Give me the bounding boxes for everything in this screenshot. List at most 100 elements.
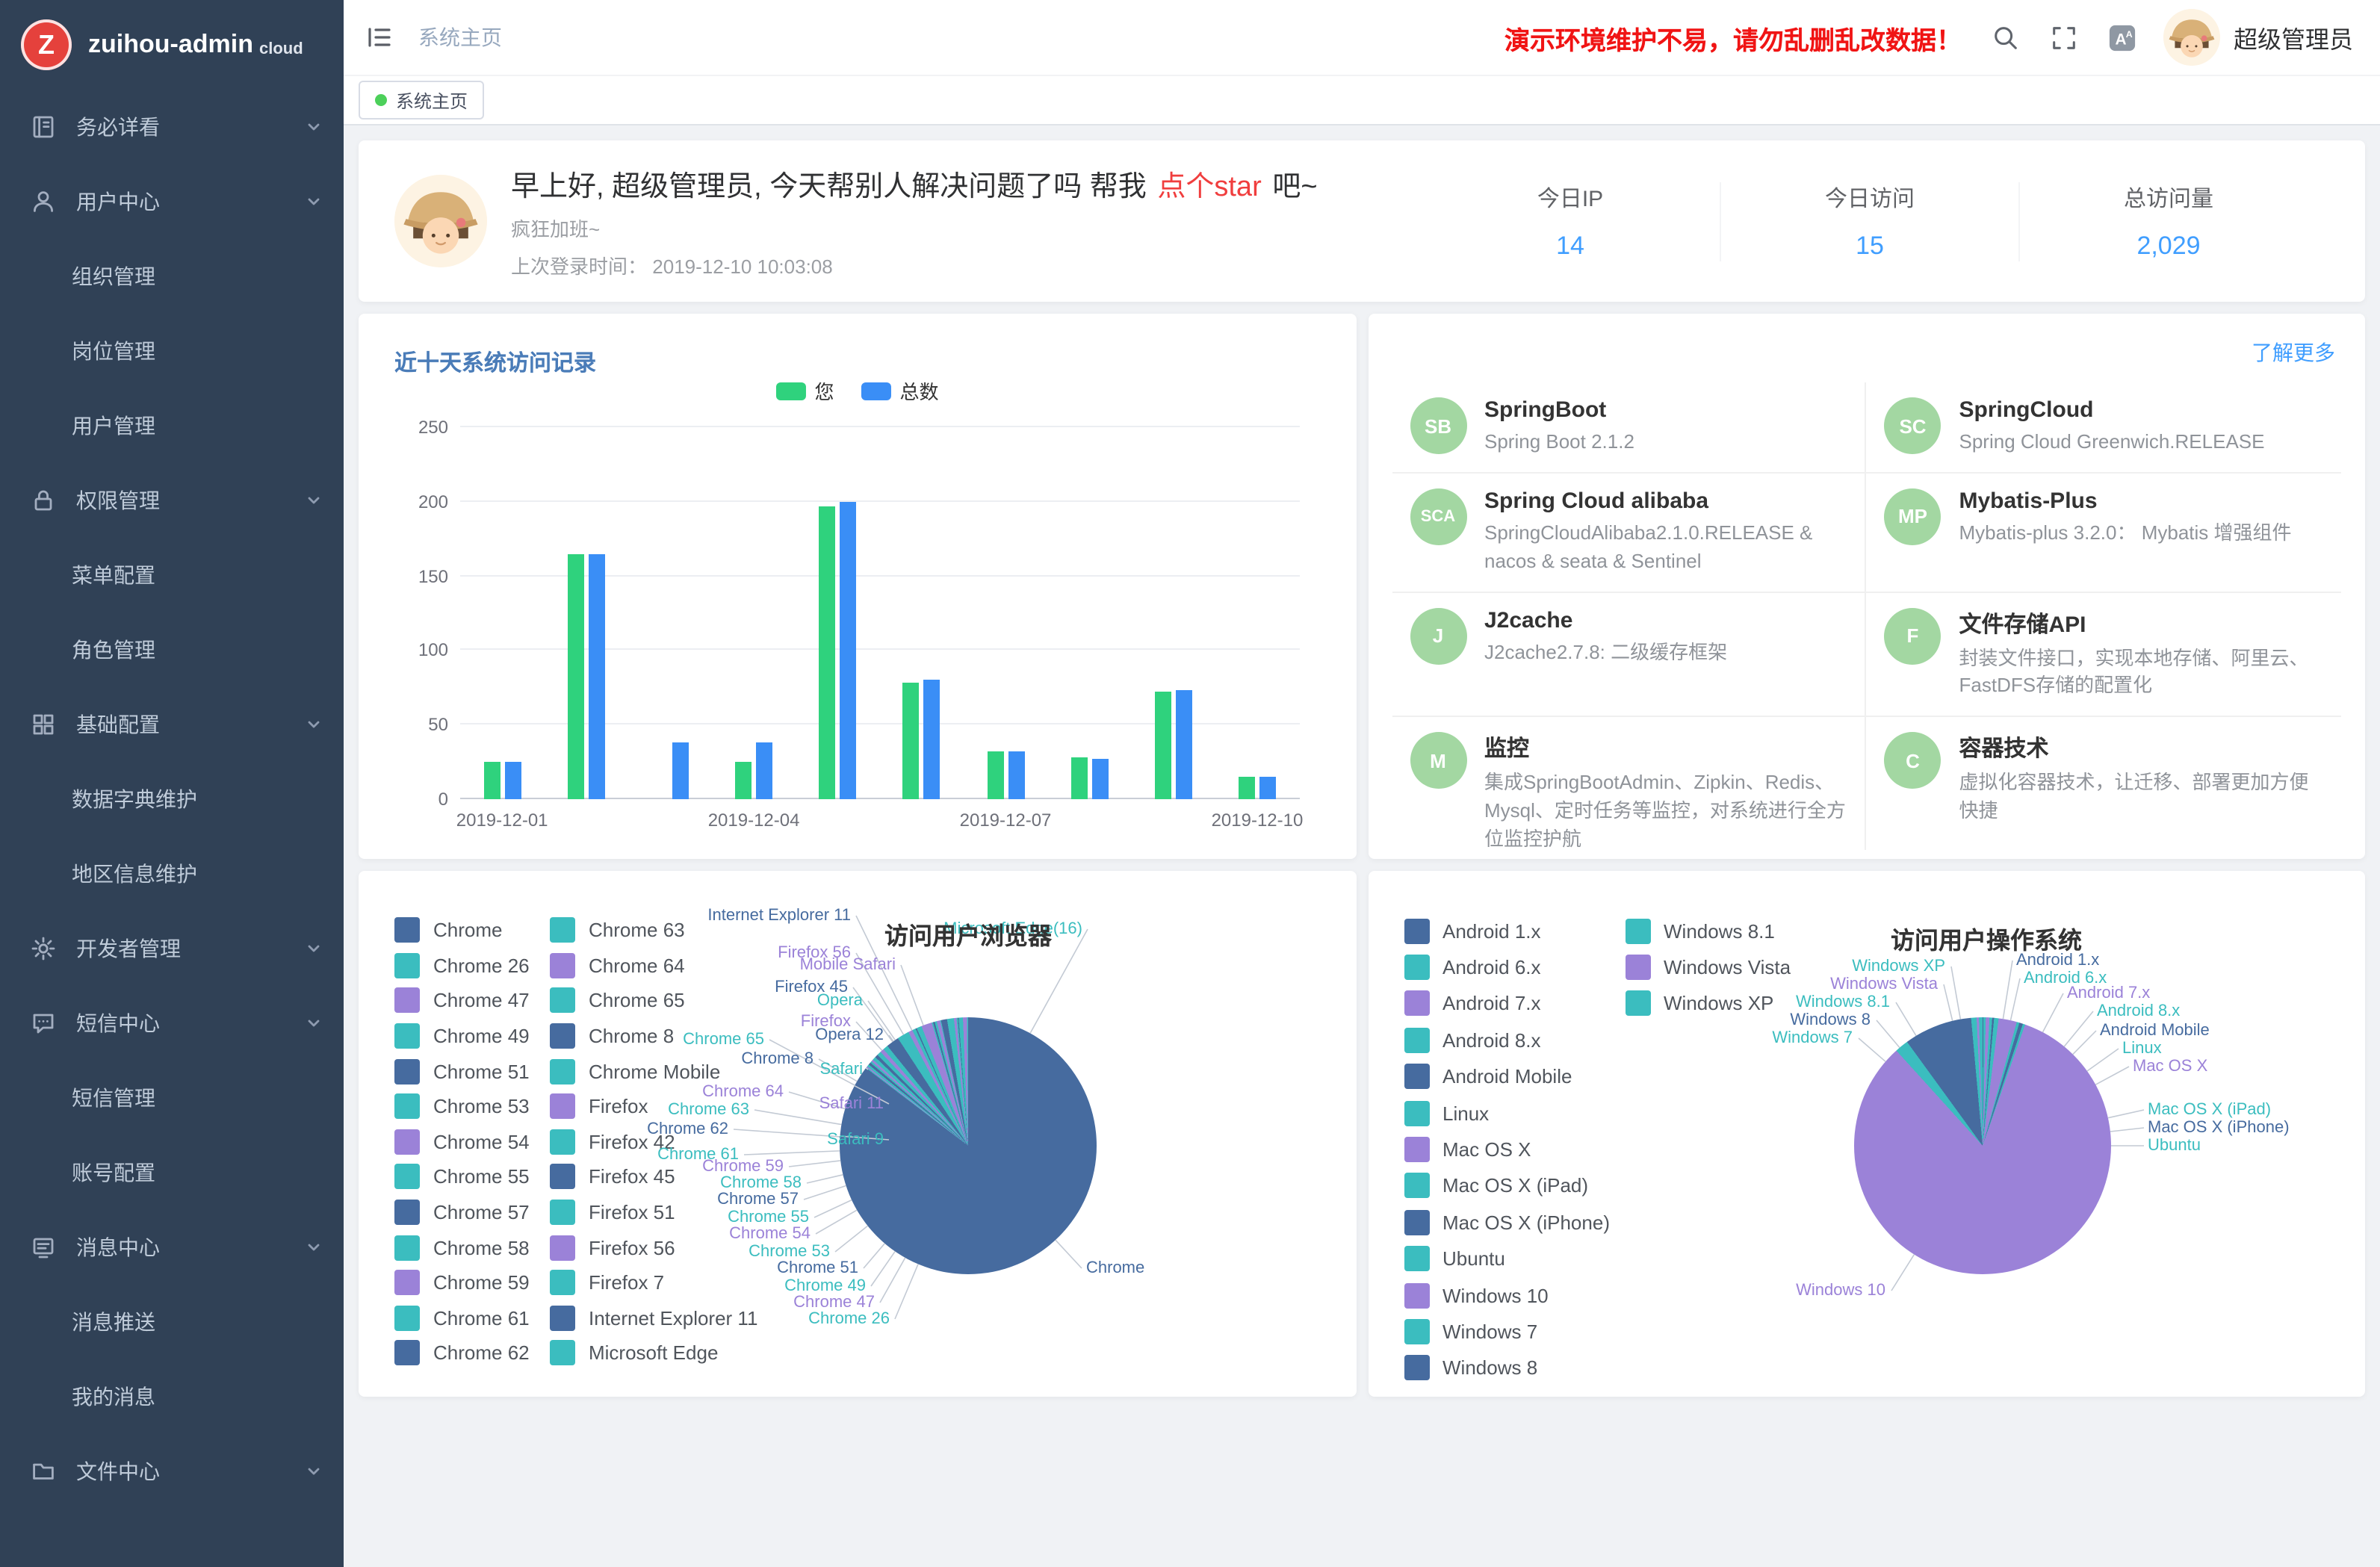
user-avatar-small[interactable] <box>2163 9 2220 66</box>
legend-item[interactable]: Android 6.x <box>1404 949 1625 986</box>
sidebar-subitem[interactable]: 账号配置 <box>0 1135 344 1210</box>
legend-item[interactable]: Linux <box>1404 1095 1625 1132</box>
pie-chart-title: 访问用户操作系统 <box>1891 920 2082 956</box>
sidebar-item-1[interactable]: 务必详看 <box>0 90 344 164</box>
grid-icon <box>30 711 57 738</box>
legend-item[interactable]: Chrome 65 <box>550 983 705 1018</box>
legend-item[interactable]: Android 8.x <box>1404 1022 1625 1058</box>
bar-chart[interactable]: 0501001502002502019-12-012019-12-042019-… <box>394 421 1320 835</box>
sidebar-subitem[interactable]: 我的消息 <box>0 1359 344 1434</box>
legend-item[interactable]: Firefox 56 <box>550 1230 705 1265</box>
legend-item[interactable]: Chrome 55 <box>394 1159 550 1194</box>
legend-item[interactable]: Chrome 58 <box>394 1230 550 1265</box>
app-logo[interactable]: Z zuihou-admin cloud <box>0 0 344 90</box>
legend-item[interactable]: Firefox 45 <box>550 1159 705 1194</box>
feature-item: M监控集成SpringBootAdmin、Zipkin、Redis、Mysql、… <box>1392 717 1867 850</box>
legend-label: Chrome <box>433 919 503 942</box>
legend-item[interactable]: Windows 8.1 <box>1625 913 1846 949</box>
legend-item[interactable]: Windows 10 <box>1404 1277 1625 1314</box>
legend-swatch <box>550 988 575 1014</box>
sidebar-subitem[interactable]: 菜单配置 <box>0 538 344 612</box>
sidebar-subitem[interactable]: 短信管理 <box>0 1061 344 1135</box>
legend-item[interactable]: Chrome 51 <box>394 1054 550 1089</box>
sidebar-subitem[interactable]: 用户管理 <box>0 388 344 463</box>
legend-item[interactable]: Internet Explorer 11 <box>550 1300 705 1335</box>
feature-desc: Mybatis-plus 3.2.0： Mybatis 增强组件 <box>1959 520 2292 548</box>
legend-item[interactable]: Chrome 49 <box>394 1019 550 1054</box>
fullscreen-icon[interactable] <box>2050 23 2078 52</box>
legend-item[interactable]: Microsoft Edge <box>550 1335 705 1371</box>
legend-label: Chrome 62 <box>433 1342 530 1365</box>
sidebar-item-7[interactable]: 消息中心 <box>0 1210 344 1285</box>
bar-group <box>544 427 627 799</box>
legend-item[interactable]: Mac OS X <box>1404 1132 1625 1168</box>
sidebar-subitem[interactable]: 角色管理 <box>0 612 344 687</box>
sidebar-item-3[interactable]: 权限管理 <box>0 463 344 538</box>
feature-title: 文件存储API <box>1959 607 2324 639</box>
legend-item[interactable]: Chrome 53 <box>394 1089 550 1124</box>
legend-item-total[interactable]: 总数 <box>861 376 939 405</box>
sidebar-subitem[interactable]: 岗位管理 <box>0 314 344 388</box>
chevron-down-icon <box>305 1014 323 1032</box>
legend-item[interactable]: Windows Vista <box>1625 949 1846 986</box>
sidebar-item-5[interactable]: 开发者管理 <box>0 911 344 986</box>
legend-item[interactable]: Chrome 61 <box>394 1300 550 1335</box>
legend-item[interactable]: Chrome <box>394 913 550 948</box>
sidebar-item-6[interactable]: 短信中心 <box>0 986 344 1061</box>
pie-callout-label: Mac OS X (iPhone) <box>2148 1119 2290 1137</box>
x-axis-label: 2019-12-07 <box>960 810 1052 831</box>
legend-item[interactable]: Chrome 62 <box>394 1335 550 1371</box>
legend-item[interactable]: Chrome 54 <box>394 1124 550 1159</box>
legend-item[interactable]: Windows 7 <box>1404 1314 1625 1350</box>
pie-callout-label: Chrome 51 <box>777 1259 858 1277</box>
search-icon[interactable] <box>1992 23 2020 52</box>
sidebar-item-4[interactable]: 基础配置 <box>0 687 344 762</box>
learn-more-link[interactable]: 了解更多 <box>2252 338 2335 367</box>
feature-desc: Spring Cloud Greenwich.RELEASE <box>1959 429 2265 457</box>
current-user-name[interactable]: 超级管理员 <box>2234 19 2353 55</box>
legend-item[interactable]: Mac OS X (iPad) <box>1404 1167 1625 1204</box>
bar-plot[interactable]: 2019-12-012019-12-042019-12-072019-12-10 <box>460 427 1299 799</box>
font-size-icon[interactable]: A A <box>2108 23 2136 52</box>
last-login: 上次登录时间： 2019-12-10 10:03:08 <box>511 250 1421 279</box>
legend-item[interactable]: Chrome Mobile <box>550 1054 705 1089</box>
legend-item[interactable]: Chrome 63 <box>550 913 705 948</box>
legend-item[interactable]: Chrome 8 <box>550 1019 705 1054</box>
star-link[interactable]: 点个star <box>1157 171 1261 202</box>
legend-item[interactable]: Ubuntu <box>1404 1241 1625 1277</box>
sidebar-item-2[interactable]: 用户中心 <box>0 164 344 239</box>
pie-callout-label: Chrome 62 <box>647 1120 728 1138</box>
sidebar-item-label: 文件中心 <box>76 1456 305 1486</box>
legend-item[interactable]: Firefox 51 <box>550 1195 705 1230</box>
sidebar-subitem[interactable]: 组织管理 <box>0 239 344 314</box>
sidebar-item-8[interactable]: 文件中心 <box>0 1434 344 1509</box>
bar-总数 <box>756 742 772 799</box>
legend-item[interactable]: Android 7.x <box>1404 986 1625 1023</box>
legend-item[interactable]: Windows 8 <box>1404 1350 1625 1386</box>
sidebar-subitem[interactable]: 地区信息维护 <box>0 837 344 911</box>
legend-item[interactable]: Chrome 57 <box>394 1195 550 1230</box>
legend-label: 您 <box>814 376 834 405</box>
legend-item[interactable]: Firefox 7 <box>550 1265 705 1300</box>
pie-callout-label: Android 7.x <box>2067 984 2150 1002</box>
tab-home[interactable]: 系统主页 <box>359 81 484 120</box>
legend-item[interactable]: Android 1.x <box>1404 913 1625 949</box>
legend-label: Chrome 64 <box>589 955 685 977</box>
pie-chart[interactable] <box>1853 1017 2110 1274</box>
sidebar-toggle-icon[interactable] <box>365 22 394 52</box>
legend-item[interactable]: Chrome 64 <box>550 948 705 983</box>
sidebar-subitem[interactable]: 消息推送 <box>0 1285 344 1359</box>
sidebar-subitem[interactable]: 数据字典维护 <box>0 762 344 837</box>
legend-item-you[interactable]: 您 <box>775 376 834 405</box>
stat-value: 15 <box>1721 231 2018 261</box>
legend-item[interactable]: Mac OS X (iPhone) <box>1404 1204 1625 1241</box>
legend-item[interactable]: Chrome 26 <box>394 948 550 983</box>
legend-item[interactable]: Android Mobile <box>1404 1058 1625 1095</box>
sidebar-item-label: 基础配置 <box>76 710 305 739</box>
legend-item[interactable]: Chrome 47 <box>394 983 550 1018</box>
bar-group: 2019-12-04 <box>712 427 796 799</box>
legend-item[interactable]: Chrome 59 <box>394 1265 550 1300</box>
feature-desc: Spring Boot 2.1.2 <box>1484 429 1634 457</box>
legend-swatch <box>1625 991 1650 1017</box>
y-axis-label: 100 <box>394 640 448 661</box>
